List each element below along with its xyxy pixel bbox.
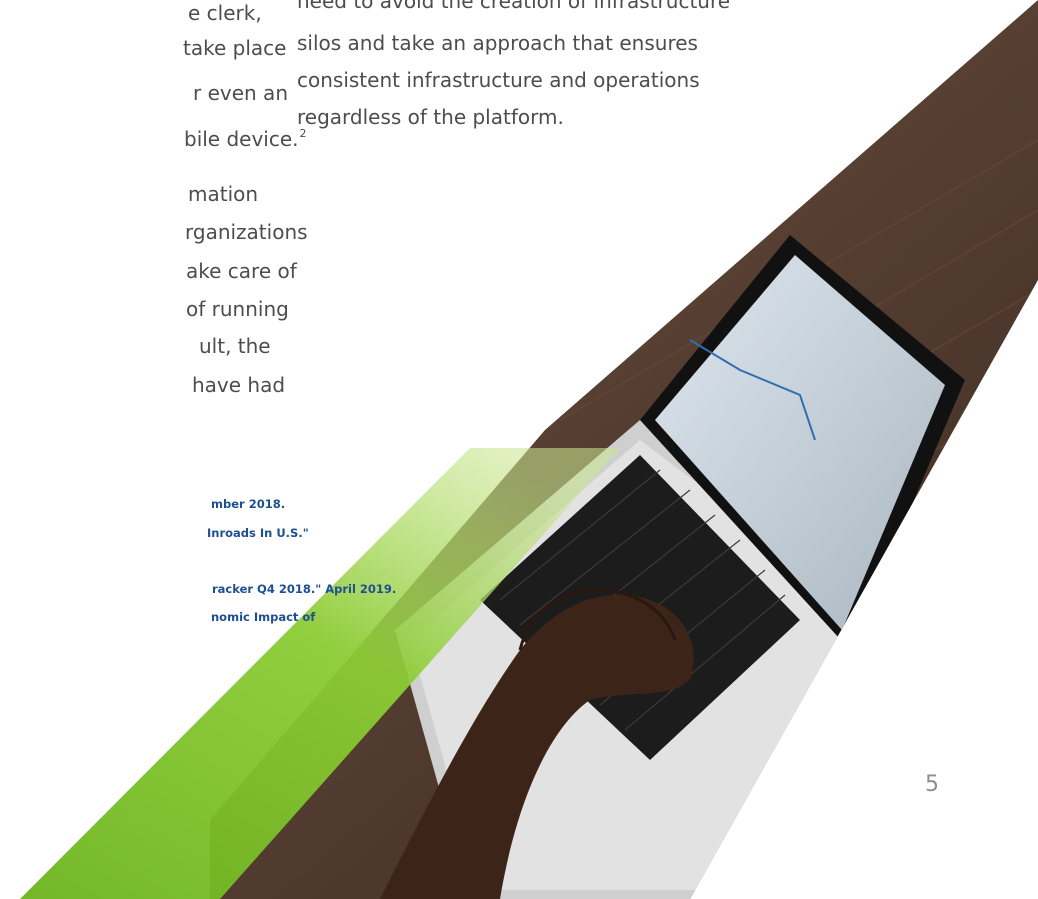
page-number: 5 <box>925 772 939 797</box>
right-line-4: regardless of the platform. <box>297 105 564 129</box>
left-line-4: bile device.2 <box>184 121 307 152</box>
footnote-line-1: mber 2018. <box>211 497 286 511</box>
left-line-6: rganizations <box>185 220 308 244</box>
footnote-line-4: nomic Impact of <box>211 610 316 624</box>
laptop-photo-graphic <box>20 0 1038 899</box>
left-line-7: ake care of <box>186 259 297 283</box>
left-line-4-text: bile device. <box>184 127 299 151</box>
right-line-1: need to avoid the creation of infrastruc… <box>297 0 731 13</box>
left-line-10: have had <box>192 373 286 397</box>
footnote-line-3: racker Q4 2018." April 2019. <box>212 582 397 596</box>
left-line-1: e clerk, <box>188 1 262 25</box>
left-line-2: take place <box>183 36 287 60</box>
left-line-9: ult, the <box>199 334 271 358</box>
right-line-3: consistent infrastructure and operations <box>297 68 700 92</box>
right-line-2: silos and take an approach that ensures <box>297 31 698 55</box>
left-line-3: r even an <box>193 81 288 105</box>
footnote-line-2: Inroads In U.S." <box>207 526 309 540</box>
left-line-8: of running <box>186 297 289 321</box>
left-line-5: mation <box>188 182 259 206</box>
